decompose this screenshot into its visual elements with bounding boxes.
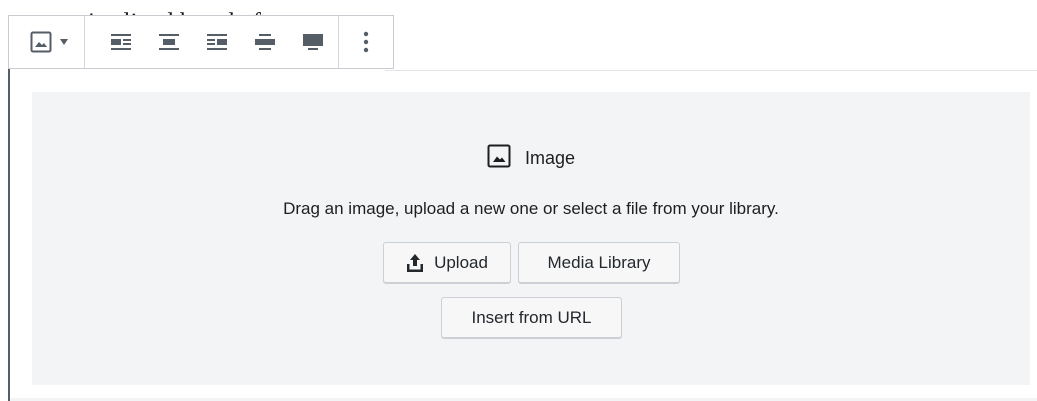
image-icon bbox=[487, 144, 511, 173]
more-options-group bbox=[339, 16, 393, 68]
align-left-button[interactable] bbox=[97, 26, 145, 58]
align-right-button[interactable] bbox=[193, 26, 241, 58]
caret-down-icon bbox=[60, 39, 68, 45]
align-center-button[interactable] bbox=[145, 26, 193, 58]
placeholder-title: Image bbox=[32, 144, 1030, 173]
block-switcher-toggle[interactable] bbox=[57, 26, 71, 58]
placeholder-title-label: Image bbox=[524, 148, 576, 168]
align-wide-icon bbox=[255, 33, 275, 51]
insert-from-url-label: Insert from URL bbox=[471, 308, 592, 327]
media-library-button[interactable]: Media Library bbox=[518, 242, 680, 284]
upload-button[interactable]: Upload bbox=[383, 242, 511, 284]
align-center-icon bbox=[159, 33, 179, 51]
align-right-icon bbox=[207, 33, 227, 51]
insert-from-url-button[interactable]: Insert from URL bbox=[441, 297, 622, 339]
media-library-label: Media Library bbox=[547, 253, 651, 272]
block-left-border bbox=[8, 58, 10, 401]
image-icon bbox=[30, 31, 52, 53]
block-type-button[interactable] bbox=[25, 26, 57, 58]
more-vertical-icon bbox=[363, 31, 369, 53]
upload-icon bbox=[406, 253, 424, 273]
block-toolbar bbox=[8, 15, 394, 69]
placeholder-instructions: Drag an image, upload a new one or selec… bbox=[283, 199, 779, 218]
more-options-button[interactable] bbox=[350, 22, 382, 62]
align-full-icon bbox=[303, 33, 323, 51]
block-switcher-group bbox=[9, 16, 85, 68]
align-left-icon bbox=[111, 33, 131, 51]
align-wide-button[interactable] bbox=[241, 26, 289, 58]
upload-label: Upload bbox=[434, 253, 488, 272]
image-placeholder: Image Drag an image, upload a new one or… bbox=[32, 92, 1030, 385]
alignment-group bbox=[85, 16, 339, 68]
divider bbox=[385, 70, 1037, 71]
align-full-button[interactable] bbox=[289, 26, 337, 58]
